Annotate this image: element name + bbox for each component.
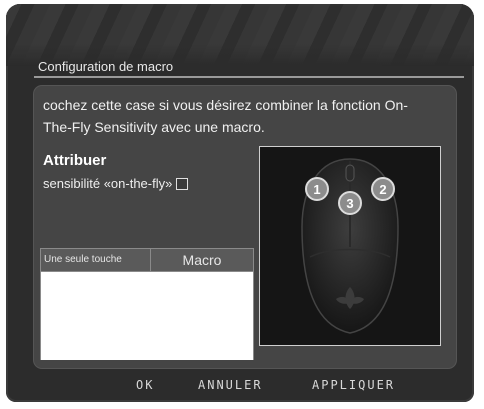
table-body[interactable] bbox=[41, 272, 253, 360]
macro-table: Une seule touche Macro bbox=[40, 248, 254, 360]
cancel-button[interactable]: ANNULER bbox=[198, 378, 263, 392]
mouse-illustration: 1 3 2 bbox=[301, 158, 399, 334]
column-single-key[interactable]: Une seule touche bbox=[41, 249, 151, 271]
mouse-button-1[interactable]: 1 bbox=[305, 177, 329, 201]
mouse-button-1-label: 1 bbox=[313, 182, 320, 197]
on-the-fly-row: sensibilité «on-the-fly» bbox=[43, 176, 189, 191]
table-header: Une seule touche Macro bbox=[41, 249, 253, 272]
on-the-fly-checkbox[interactable] bbox=[176, 177, 189, 190]
mouse-button-3-label: 3 bbox=[346, 196, 353, 211]
dialog-title: Configuration de macro bbox=[34, 56, 464, 78]
mouse-preview: 1 3 2 bbox=[259, 146, 441, 346]
on-the-fly-label: sensibilité «on-the-fly» bbox=[43, 176, 173, 191]
apply-button[interactable]: APPLIQUER bbox=[312, 378, 395, 392]
mouse-button-2[interactable]: 2 bbox=[371, 177, 395, 201]
content-panel: cochez cette case si vous désirez combin… bbox=[34, 86, 456, 368]
description-text: cochez cette case si vous désirez combin… bbox=[43, 97, 408, 135]
mouse-button-3[interactable]: 3 bbox=[338, 191, 362, 215]
ok-button[interactable]: OK bbox=[136, 378, 154, 392]
dialog-window: Configuration de macro cochez cette case… bbox=[6, 4, 474, 402]
assign-heading: Attribuer bbox=[43, 152, 107, 169]
column-macro[interactable]: Macro bbox=[151, 249, 253, 271]
footer-bar: OK ANNULER APPLIQUER bbox=[6, 374, 474, 402]
mouse-button-2-label: 2 bbox=[379, 182, 386, 197]
